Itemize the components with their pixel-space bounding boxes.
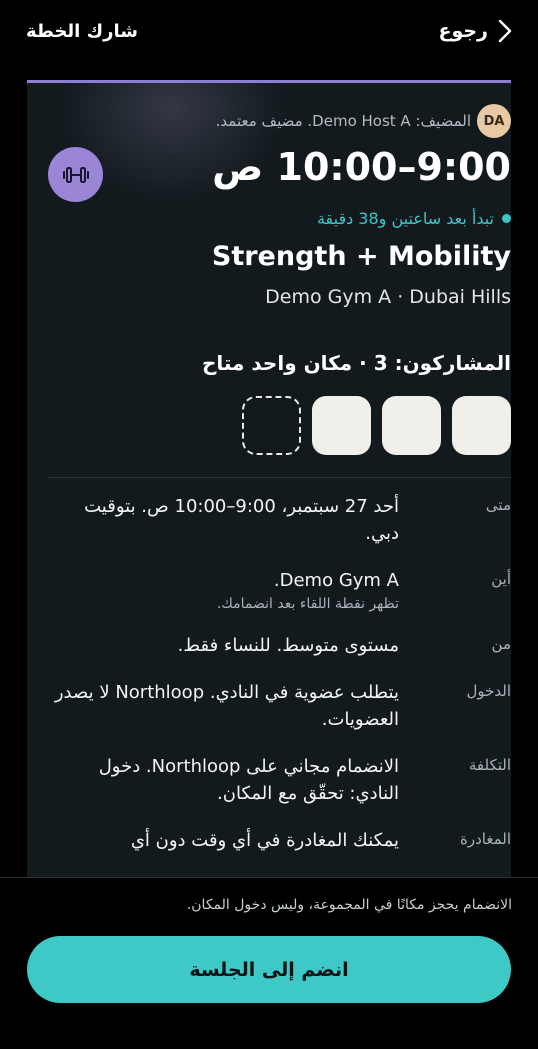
bottom-bar: الانضمام يحجز مكانًا في المجموعة، وليس د… [0, 877, 538, 1049]
dumbbell-icon [62, 166, 89, 183]
detail-value: يمكنك المغادرة في أي وقت دون أي [130, 830, 399, 851]
category-badge [48, 147, 103, 202]
detail-row-when: متى أحد 27 سبتمبر، 9:00–10:00 ص. بتوقيت … [48, 493, 511, 547]
detail-row-leaving: المغادرة يمكنك المغادرة في أي وقت دون أي [48, 827, 511, 854]
detail-key: المغادرة [460, 830, 511, 848]
back-label: رجوع [438, 20, 488, 42]
detail-key: التكلفة [468, 756, 511, 774]
participant-slot-filled [382, 396, 441, 455]
avatar: DA [477, 104, 511, 138]
header: رجوع شارك الخطة [0, 0, 538, 66]
back-button[interactable]: رجوع [438, 19, 512, 43]
session-location: Demo Gym A · Dubai Hills [265, 286, 511, 308]
session-time: 9:00–10:00 ص [212, 145, 511, 189]
participant-slot-filled [452, 396, 511, 455]
participants-title: المشاركون: 3 · مكان واحد متاح [201, 351, 511, 375]
detail-subtext: تظهر نقطة اللقاء بعد انضمامك. [216, 596, 399, 612]
detail-value: مستوى متوسط. للنساء فقط. [177, 635, 399, 656]
join-session-button[interactable]: انضم إلى الجلسة [27, 936, 511, 1003]
session-title: Strength + Mobility [211, 241, 511, 272]
share-plan-button[interactable]: شارك الخطة [26, 21, 138, 42]
chevron-right-icon [498, 19, 512, 43]
detail-value: أحد 27 سبتمبر، 9:00–10:00 ص. بتوقيت دبي. [84, 496, 399, 544]
detail-row-where: أين Demo Gym A. تظهر نقطة اللقاء بعد انض… [48, 567, 511, 612]
detail-row-who: من مستوى متوسط. للنساء فقط. [48, 632, 511, 659]
live-dot-icon [502, 214, 511, 223]
detail-row-cost: التكلفة الانضمام مجاني على Northloop. دخ… [48, 753, 511, 807]
detail-value: Demo Gym A. [273, 570, 399, 591]
starts-in-text: تبدأ بعد ساعتين و38 دقيقة [316, 209, 494, 228]
host-text: المضيف: Demo Host A. مضيف معتمد. [215, 112, 471, 130]
divider [48, 477, 511, 478]
details-list: متى أحد 27 سبتمبر، 9:00–10:00 ص. بتوقيت … [48, 493, 511, 874]
host-row[interactable]: DA المضيف: Demo Host A. مضيف معتمد. [216, 104, 511, 138]
detail-key: أين [491, 570, 511, 588]
detail-value: يتطلب عضوية في النادي. Northloop لا يصدر… [54, 682, 399, 730]
detail-key: من [491, 635, 511, 653]
participant-slots [242, 396, 511, 455]
detail-row-entry: الدخول يتطلب عضوية في النادي. Northloop … [48, 679, 511, 733]
session-card: DA المضيف: Demo Host A. مضيف معتمد. 9:00… [27, 80, 511, 880]
detail-value: الانضمام مجاني على Northloop. دخول الناد… [98, 756, 399, 804]
starts-in-row: تبدأ بعد ساعتين و38 دقيقة [317, 209, 511, 228]
join-notice: الانضمام يحجز مكانًا في المجموعة، وليس د… [186, 897, 512, 913]
detail-key: متى [485, 496, 511, 514]
participant-slot-filled [312, 396, 371, 455]
participant-slot-open [242, 396, 301, 455]
detail-key: الدخول [466, 682, 511, 700]
